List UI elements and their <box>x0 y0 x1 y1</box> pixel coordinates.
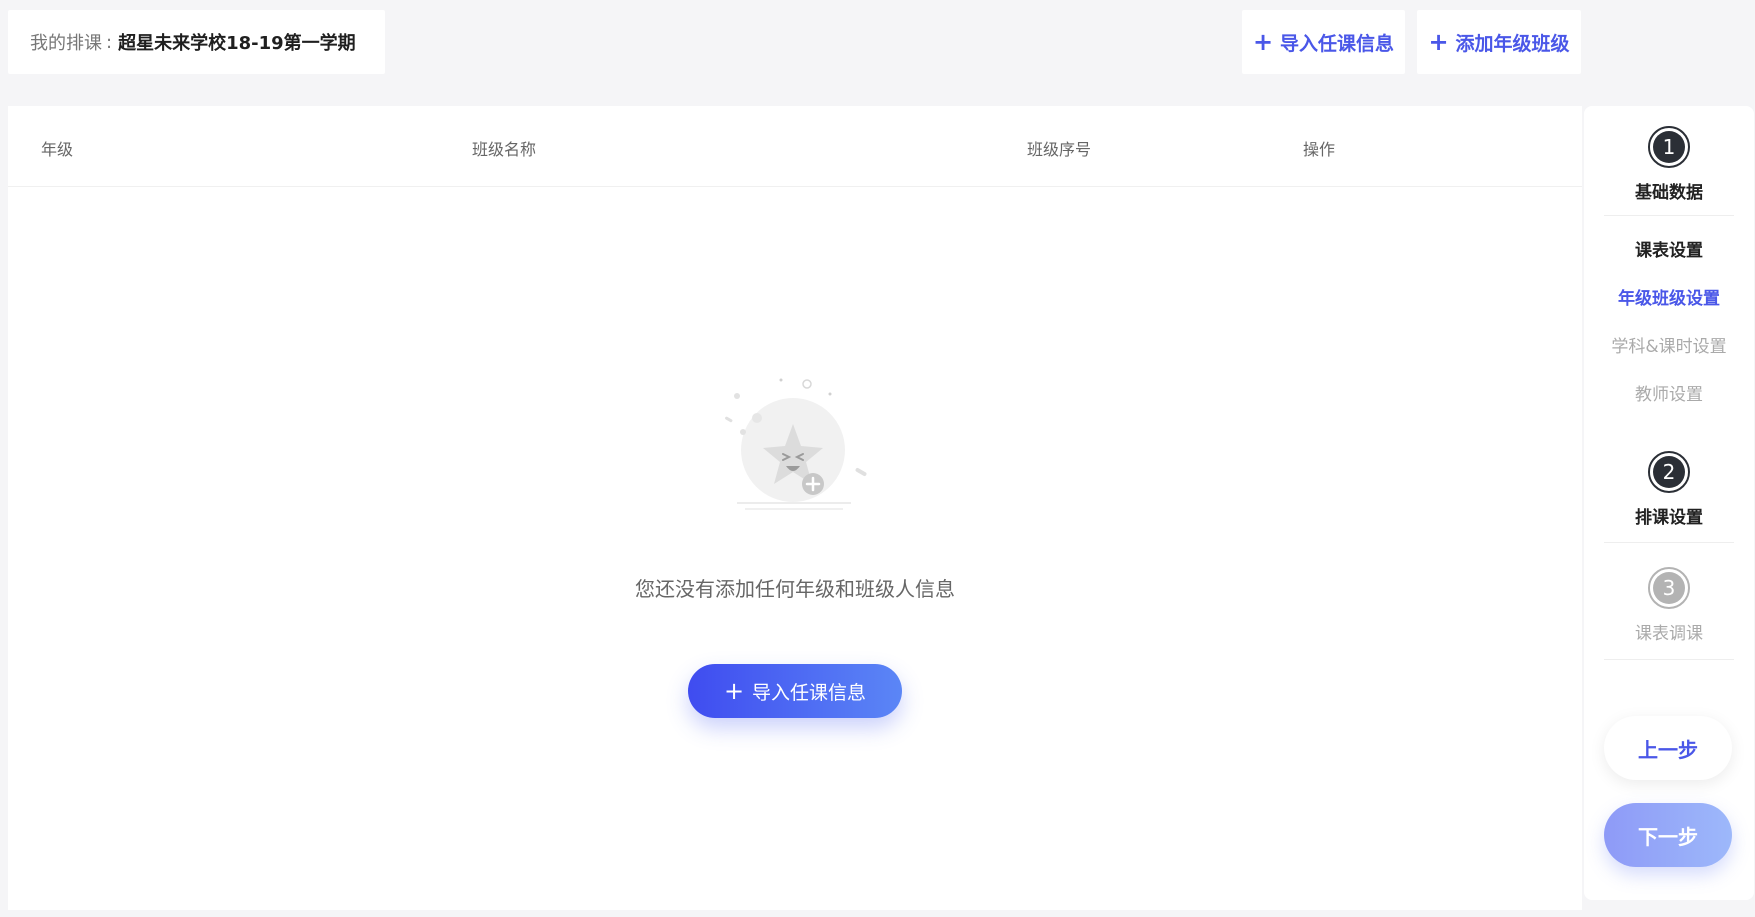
step-timetable-adjust: 3 课表调课 <box>1584 567 1754 644</box>
previous-step-button[interactable]: 上一步 <box>1604 716 1732 780</box>
import-teaching-info-label: 导入任课信息 <box>1280 32 1395 55</box>
column-header-actions: 操作 <box>1303 140 1336 159</box>
step-number-badge: 3 <box>1648 567 1690 609</box>
step-basic-data: 1 基础数据 <box>1584 126 1754 203</box>
sub-step-teacher-settings[interactable]: 教师设置 <box>1584 380 1754 405</box>
step-scheduling-settings: 2 排课设置 <box>1584 451 1754 528</box>
step-number: 1 <box>1653 131 1685 163</box>
step-title: 基础数据 <box>1635 183 1703 203</box>
step-number-badge: 2 <box>1648 451 1690 493</box>
step-title: 课表调课 <box>1635 624 1703 644</box>
add-grade-class-button[interactable]: + 添加年级班级 <box>1417 10 1581 74</box>
breadcrumb-term-name: 超星未来学校18-19第一学期 <box>118 33 356 54</box>
step-number-badge: 1 <box>1648 126 1690 168</box>
column-header-grade: 年级 <box>41 140 74 159</box>
step-number: 3 <box>1653 572 1685 604</box>
next-step-button[interactable]: 下一步 <box>1604 803 1732 867</box>
sub-step-grade-class-settings[interactable]: 年级班级设置 <box>1584 284 1754 309</box>
plus-icon: + <box>723 677 745 705</box>
breadcrumb-separator: : <box>106 31 113 53</box>
grade-class-table-card: 年级 班级名称 班级序号 操作 您还没有添加任何年级和班级人信息 + 导入任课信… <box>8 106 1582 910</box>
table-header: 年级 班级名称 班级序号 操作 <box>8 106 1582 187</box>
sub-step-timetable-settings[interactable]: 课表设置 <box>1584 236 1754 261</box>
import-teaching-info-cta-button[interactable]: + 导入任课信息 <box>688 664 902 718</box>
step-number: 2 <box>1653 456 1685 488</box>
empty-state-message: 您还没有添加任何年级和班级人信息 <box>635 577 955 601</box>
step-title: 排课设置 <box>1635 508 1703 528</box>
empty-state-star-illustration <box>725 378 867 510</box>
plus-icon: + <box>1428 28 1449 56</box>
breadcrumb-label: 我的排课 <box>30 33 102 54</box>
sub-step-subject-hours-settings[interactable]: 学科&课时设置 <box>1584 332 1754 357</box>
page: 我的排课 : 超星未来学校18-19第一学期 + 导入任课信息 + 添加年级班级… <box>0 0 1755 917</box>
divider <box>1604 659 1734 660</box>
column-header-class-name: 班级名称 <box>472 140 537 159</box>
divider <box>1604 542 1734 543</box>
breadcrumb: 我的排课 : 超星未来学校18-19第一学期 <box>8 10 385 74</box>
divider <box>1604 215 1734 216</box>
add-grade-class-label: 添加年级班级 <box>1455 32 1570 55</box>
import-teaching-info-button[interactable]: + 导入任课信息 <box>1242 10 1405 74</box>
cta-label: 导入任课信息 <box>752 681 867 704</box>
setup-stepper: 1 基础数据 课表设置 年级班级设置 学科&课时设置 教师设置 2 排课设置 3… <box>1584 106 1754 900</box>
plus-icon: + <box>1252 28 1274 56</box>
column-header-class-number: 班级序号 <box>1027 140 1092 159</box>
